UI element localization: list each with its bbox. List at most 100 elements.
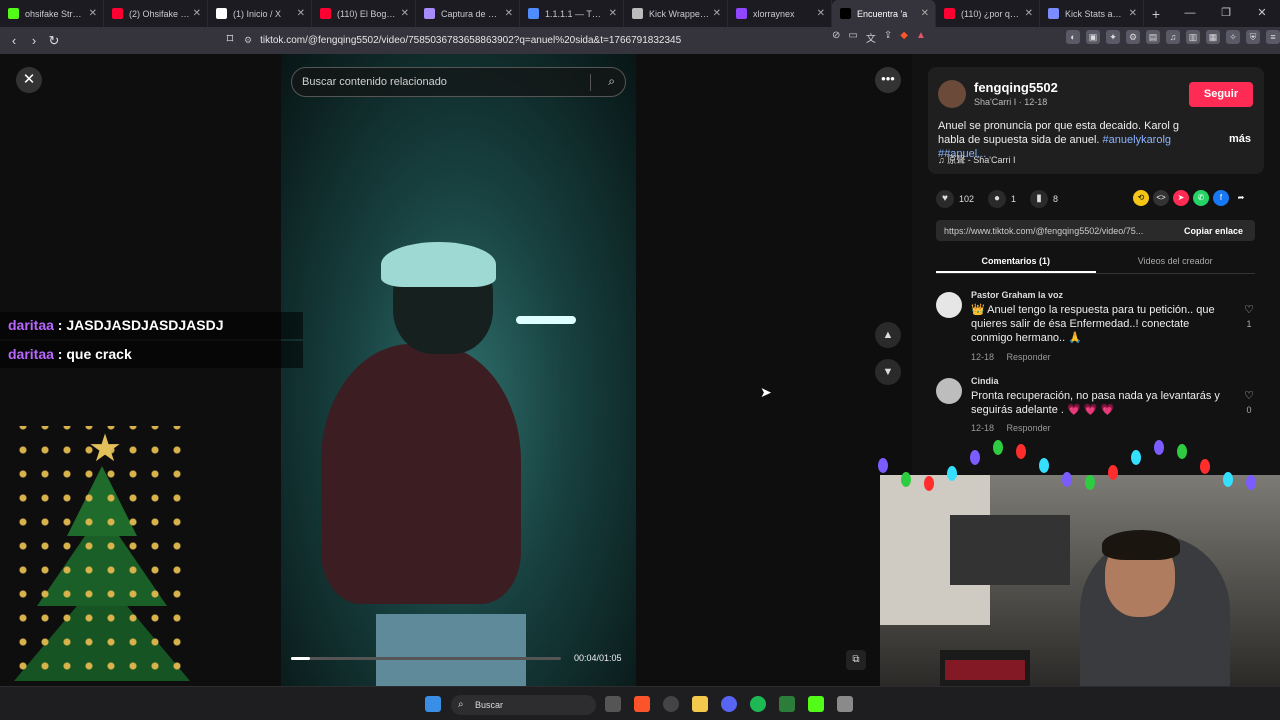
tab-list: ohsifake Stream✕(2) Ohsifake - YouTu✕(1)…	[0, 0, 1144, 27]
translate-icon[interactable]: 文	[866, 30, 876, 45]
tab-close-icon[interactable]: ✕	[193, 8, 201, 19]
like-stat[interactable]: ♥ 102	[936, 190, 974, 208]
spotify-icon[interactable]	[750, 696, 766, 712]
close-window-icon[interactable]: ✕	[1244, 0, 1280, 27]
minimize-icon[interactable]: —	[1172, 0, 1208, 27]
tab-close-icon[interactable]: ✕	[921, 8, 929, 19]
brave-rewards-icon[interactable]: ▲	[916, 30, 926, 45]
browser-tab[interactable]: (1) Inicio / X ✕	[208, 0, 312, 27]
tab-close-icon[interactable]: ✕	[1025, 8, 1033, 19]
tab-close-icon[interactable]: ✕	[817, 8, 825, 19]
brave-browser-icon[interactable]	[634, 696, 650, 712]
tab-comments[interactable]: Comentarios (1)	[936, 250, 1096, 273]
back-icon[interactable]: ‹	[4, 33, 24, 48]
save-stat[interactable]: ▮ 8	[1030, 190, 1058, 208]
extension-icon[interactable]: ◐	[1066, 30, 1080, 44]
tab-favicon-icon	[320, 8, 331, 19]
tab-close-icon[interactable]: ✕	[609, 8, 617, 19]
task-view-icon[interactable]	[605, 696, 621, 712]
light-bulb	[993, 440, 1003, 455]
browser-tab[interactable]: Kick Wrapped - Pro✕	[624, 0, 728, 27]
file-explorer-icon[interactable]	[692, 696, 708, 712]
screen-icon[interactable]: ▭	[848, 30, 857, 45]
no-camera-icon[interactable]: ⊘	[832, 30, 840, 45]
comment-item: Pastor Graham la voz 👑 Anuel tengo la re…	[936, 290, 1256, 366]
taskbar-search[interactable]: ⌕ Buscar	[451, 695, 596, 715]
leo-icon[interactable]: ✧	[1226, 30, 1240, 44]
follow-button[interactable]: Seguir	[1189, 82, 1253, 107]
browser-tab[interactable]: Captura de pantalla✕	[416, 0, 520, 27]
browser-tab[interactable]: (2) Ohsifake - YouTu✕	[104, 0, 208, 27]
music-icon[interactable]: ♫	[1166, 30, 1180, 44]
floating-player-button[interactable]: ⧉	[846, 650, 866, 670]
send-icon[interactable]: ➤	[1173, 190, 1189, 206]
menu-icon[interactable]: ≡	[1266, 30, 1280, 44]
reload-icon[interactable]: ↻	[44, 33, 64, 49]
previous-video-button[interactable]: ▲	[875, 322, 901, 348]
tab-close-icon[interactable]: ✕	[401, 8, 409, 19]
copy-link-button[interactable]: Copiar enlace	[1172, 226, 1255, 236]
app-icon[interactable]	[779, 696, 795, 712]
search-icon[interactable]: ⌕	[608, 74, 615, 89]
chat-message: daritaa : JASDJASDJASDJASDJ	[0, 312, 303, 339]
maximize-icon[interactable]: ❐	[1208, 0, 1244, 27]
forward-icon[interactable]: ›	[24, 33, 44, 48]
commenter-avatar[interactable]	[936, 378, 962, 404]
more-text-button[interactable]: más	[1229, 133, 1251, 145]
new-tab-button[interactable]: +	[1144, 6, 1168, 22]
vpn-icon[interactable]: ⛨	[1246, 30, 1260, 44]
obs-icon[interactable]	[663, 696, 679, 712]
app-icon[interactable]	[837, 696, 853, 712]
author-username[interactable]: fengqing5502	[974, 80, 1058, 95]
comment-like-icon[interactable]: ♡	[1242, 389, 1256, 402]
wallet-icon[interactable]: ▦	[1206, 30, 1220, 44]
whatsapp-icon[interactable]: ✆	[1193, 190, 1209, 206]
tab-close-icon[interactable]: ✕	[89, 8, 97, 19]
tab-close-icon[interactable]: ✕	[713, 8, 721, 19]
share-arrow-icon[interactable]: ➦	[1233, 190, 1249, 206]
commenter-avatar[interactable]	[936, 292, 962, 318]
commenter-name[interactable]: Cindia	[971, 376, 999, 386]
kick-icon[interactable]	[808, 696, 824, 712]
windows-start-icon[interactable]	[425, 696, 441, 712]
close-video-button[interactable]: ✕	[16, 67, 42, 93]
browser-tab[interactable]: Kick Stats and Analy✕	[1040, 0, 1144, 27]
reply-button[interactable]: Responder	[1007, 352, 1051, 362]
post-card: fengqing5502 Sha'Carri I · 12-18 Seguir …	[928, 67, 1264, 174]
discord-icon[interactable]	[721, 696, 737, 712]
tab-close-icon[interactable]: ✕	[297, 8, 305, 19]
facebook-icon[interactable]: f	[1213, 190, 1229, 206]
repost-icon[interactable]: ⟲	[1133, 190, 1149, 206]
comment-stat[interactable]: ● 1	[988, 190, 1016, 208]
tab-close-icon[interactable]: ✕	[505, 8, 513, 19]
share-icon[interactable]: ⇪	[884, 30, 892, 45]
commenter-name[interactable]: Pastor Graham la voz	[971, 290, 1063, 300]
browser-tab[interactable]: Encuentra 'a ✕	[832, 0, 936, 27]
browser-tab[interactable]: 1.1.1.1 — The free✕	[520, 0, 624, 27]
avatar[interactable]	[938, 80, 966, 108]
brave-shield-icon[interactable]: ◆	[900, 30, 908, 45]
browser-tab[interactable]: (110) El Bogueto ✕	[312, 0, 416, 27]
extension-icon[interactable]: ⚙	[1126, 30, 1140, 44]
extension-icon[interactable]: ▣	[1086, 30, 1100, 44]
light-bulb	[878, 458, 888, 473]
tab-creator-videos[interactable]: Videos del creador	[1096, 250, 1256, 273]
puzzle-icon[interactable]: ✦	[1106, 30, 1120, 44]
browser-tab[interactable]: ohsifake Stream ✕	[0, 0, 104, 27]
tab-close-icon[interactable]: ✕	[1129, 8, 1137, 19]
embed-icon[interactable]: <>	[1153, 190, 1169, 206]
video-player[interactable]	[281, 54, 636, 686]
video-progress-bar[interactable]	[291, 657, 561, 660]
next-video-button[interactable]: ▼	[875, 359, 901, 385]
comment-like-icon[interactable]: ♡	[1242, 303, 1256, 316]
music-row[interactable]: ♫ 原聲 - Sha'Carri I	[938, 153, 1016, 166]
chat-message: daritaa : que crack	[0, 341, 303, 368]
site-info-icon[interactable]: ⚙	[244, 35, 252, 46]
browser-tab[interactable]: (110) ¿por qué se h✕	[936, 0, 1040, 27]
more-options-button[interactable]: •••	[875, 67, 901, 93]
extension-icon[interactable]: ▤	[1146, 30, 1160, 44]
sidebar-icon[interactable]: ▥	[1186, 30, 1200, 44]
related-search-input[interactable]: Buscar contenido relacionado ⌕	[291, 67, 626, 97]
browser-tab[interactable]: xlorraynex ✕	[728, 0, 832, 27]
bookmark-icon[interactable]: ⌑	[220, 31, 240, 47]
